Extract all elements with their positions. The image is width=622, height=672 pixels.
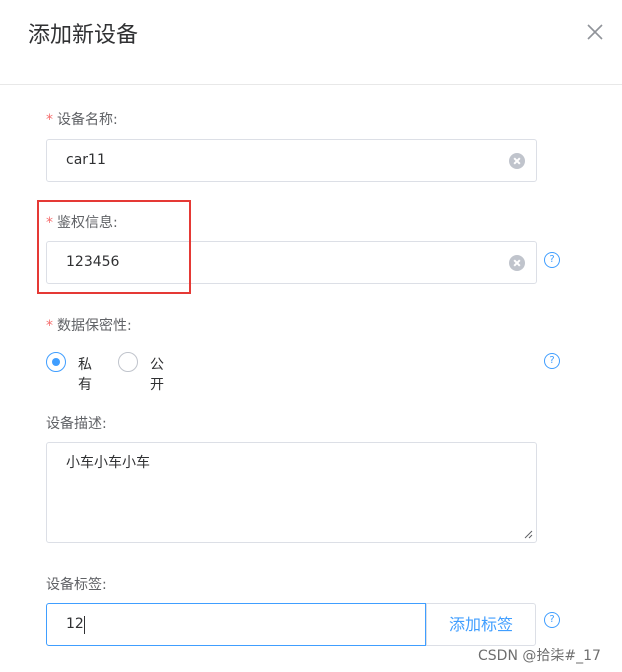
required-mark: * [46, 215, 53, 231]
privacy-label-text: 数据保密性: [57, 318, 132, 334]
auth-info-value: 123456 [66, 254, 120, 270]
device-name-value: car11 [66, 152, 106, 168]
device-name-label: * 设备名称: [46, 109, 118, 129]
watermark: CSDN @拾柒#_17 [478, 648, 601, 664]
help-icon[interactable]: ? [544, 252, 560, 268]
description-label: 设备描述: [46, 416, 107, 432]
clear-icon[interactable] [509, 255, 525, 271]
tag-value: 12 [66, 616, 84, 632]
description-value: 小车小车小车 [66, 455, 150, 471]
device-name-label-text: 设备名称: [57, 112, 118, 128]
add-tag-button[interactable]: 添加标签 [426, 603, 536, 646]
tag-input[interactable]: 12 [46, 603, 426, 646]
required-mark: * [46, 112, 53, 128]
auth-info-label: * 鉴权信息: [46, 212, 118, 232]
required-mark: * [46, 318, 53, 334]
close-icon[interactable] [583, 20, 607, 44]
tags-label: 设备标签: [46, 577, 107, 593]
device-name-input[interactable]: car11 [46, 139, 537, 182]
radio-private-label[interactable]: 私有 [78, 354, 92, 394]
help-icon[interactable]: ? [544, 353, 560, 369]
auth-info-label-text: 鉴权信息: [57, 215, 118, 231]
dialog-header: 添加新设备 [0, 0, 622, 85]
description-textarea[interactable]: 小车小车小车 [46, 442, 537, 543]
radio-private[interactable] [46, 352, 66, 372]
privacy-label: * 数据保密性: [46, 315, 132, 335]
radio-public-label[interactable]: 公开 [150, 354, 164, 394]
help-icon[interactable]: ? [544, 612, 560, 628]
resize-handle-icon[interactable] [523, 529, 533, 539]
auth-info-input[interactable]: 123456 [46, 241, 537, 284]
dialog-title: 添加新设备 [28, 23, 139, 48]
radio-public[interactable] [118, 352, 138, 372]
text-caret [84, 616, 85, 634]
clear-icon[interactable] [509, 153, 525, 169]
